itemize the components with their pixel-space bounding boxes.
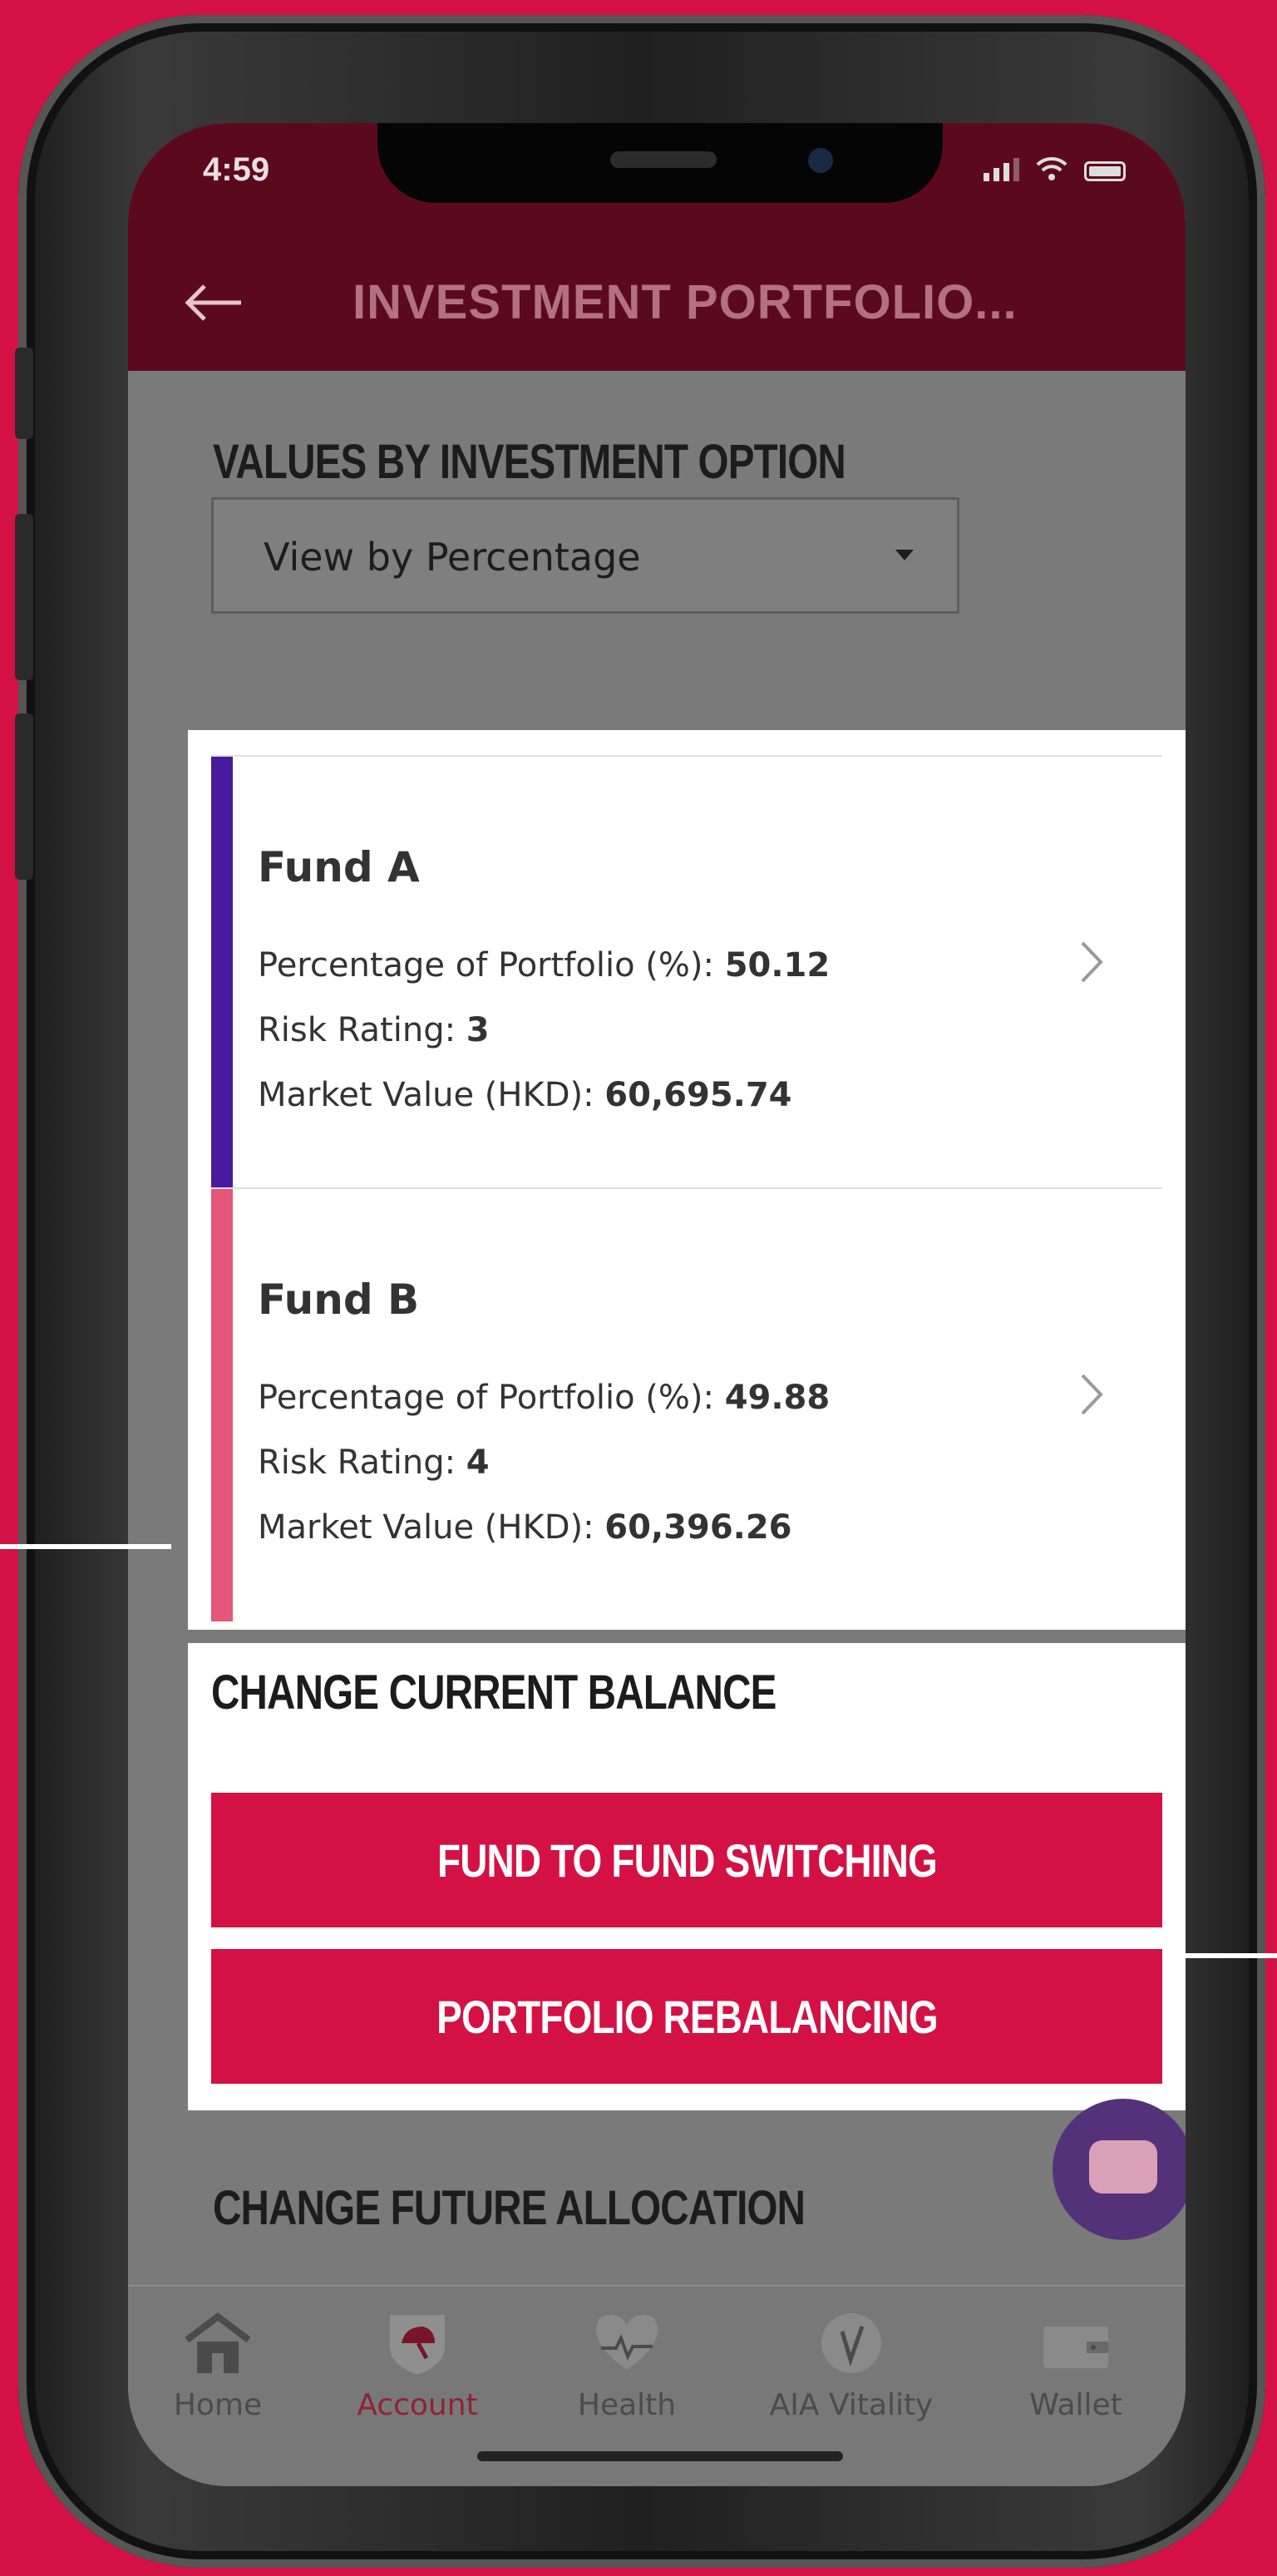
app-header: 4:59 INVESTMENT PORTFOLIO... — [128, 123, 1186, 371]
fund-percentage-value: 49.88 — [724, 1379, 831, 1417]
fund-risk-label: Risk Rating: — [258, 1011, 466, 1049]
fund-risk-value: 3 — [466, 1011, 490, 1049]
view-by-dropdown[interactable]: View by Percentage — [211, 497, 959, 614]
fund-card[interactable]: Fund A Percentage of Portfolio (%): 50.1… — [211, 755, 1162, 1189]
change-future-allocation-title: CHANGE FUTURE ALLOCATION — [213, 2181, 806, 2235]
callout-line-right — [1167, 1953, 1277, 1958]
values-by-option-title: VALUES BY INVESTMENT OPTION — [213, 435, 846, 489]
fund-card[interactable]: Fund B Percentage of Portfolio (%): 49.8… — [211, 1187, 1162, 1621]
chevron-right-icon — [1081, 1374, 1103, 1415]
fund-percentage: Percentage of Portfolio (%): 49.88 — [258, 1379, 830, 1417]
fund-risk: Risk Rating: 3 — [258, 1011, 490, 1049]
home-indicator — [477, 2451, 843, 2461]
dropdown-selected-value: View by Percentage — [264, 535, 641, 580]
volume-up-button — [15, 514, 33, 680]
nav-item-health[interactable]: Health — [527, 2310, 727, 2422]
home-icon — [185, 2312, 251, 2373]
portfolio-rebalancing-label: PORTFOLIO REBALANCING — [436, 1990, 939, 2043]
volume-down-button — [15, 713, 33, 880]
nav-label-home: Home — [173, 2388, 263, 2422]
umbrella-shield-icon — [390, 2315, 445, 2375]
status-icons — [984, 156, 1126, 181]
signal-icon — [984, 158, 1019, 181]
fund-color-bar — [211, 1189, 233, 1621]
nav-label-health: Health — [577, 2388, 677, 2422]
fund-list-panel: Fund A Percentage of Portfolio (%): 50.1… — [188, 730, 1186, 1630]
fund-risk-value: 4 — [466, 1443, 490, 1482]
phone-frame: 4:59 INVESTMENT PORTFOLIO... VALUES BY I… — [15, 15, 1265, 2568]
nav-label-wallet: Wallet — [1029, 2388, 1122, 2422]
mute-switch — [15, 348, 33, 439]
app-screen: 4:59 INVESTMENT PORTFOLIO... VALUES BY I… — [128, 123, 1186, 2486]
vitality-check-icon — [821, 2313, 881, 2373]
fund-market-label: Market Value (HKD): — [258, 1076, 605, 1114]
nav-label-aia-vitality: AIA Vitality — [769, 2388, 934, 2422]
speaker-grille — [610, 151, 717, 168]
fund-color-bar — [211, 757, 233, 1189]
chatbot-button[interactable] — [1053, 2099, 1186, 2240]
nav-item-account[interactable]: Account — [318, 2310, 517, 2422]
fund-name: Fund A — [258, 843, 420, 891]
battery-icon — [1084, 161, 1126, 181]
fund-name: Fund B — [258, 1276, 420, 1324]
fund-risk-label: Risk Rating: — [258, 1443, 466, 1482]
heartbeat-icon — [596, 2315, 658, 2370]
fund-market-value: Market Value (HKD): 60,396.26 — [258, 1508, 792, 1547]
nav-item-wallet[interactable]: Wallet — [976, 2310, 1176, 2422]
change-current-balance-title: CHANGE CURRENT BALANCE — [211, 1666, 777, 1720]
page-title: INVESTMENT PORTFOLIO... — [353, 275, 1018, 329]
fund-percentage-value: 50.12 — [724, 946, 831, 985]
robot-icon — [1089, 2140, 1157, 2194]
front-camera — [808, 148, 833, 173]
wallet-icon — [1043, 2327, 1108, 2368]
fund-percentage-label: Percentage of Portfolio (%): — [258, 946, 725, 985]
wifi-icon — [1036, 156, 1067, 180]
fund-market-amount: 60,396.26 — [604, 1508, 792, 1547]
nav-label-account: Account — [357, 2388, 478, 2422]
fund-percentage-label: Percentage of Portfolio (%): — [258, 1379, 725, 1417]
fund-risk: Risk Rating: 4 — [258, 1443, 490, 1482]
nav-item-aia-vitality[interactable]: AIA Vitality — [752, 2310, 951, 2422]
fund-market-label: Market Value (HKD): — [258, 1508, 605, 1547]
callout-line-left — [0, 1544, 171, 1549]
caret-down-icon — [895, 550, 914, 560]
fund-percentage: Percentage of Portfolio (%): 50.12 — [258, 946, 830, 985]
chevron-right-icon — [1081, 941, 1103, 983]
nav-item-home[interactable]: Home — [128, 2310, 318, 2422]
fund-market-amount: 60,695.74 — [604, 1076, 792, 1114]
status-time: 4:59 — [203, 151, 270, 188]
fund-switching-label: FUND TO FUND SWITCHING — [436, 1833, 938, 1887]
fund-market-value: Market Value (HKD): 60,695.74 — [258, 1076, 792, 1114]
change-current-balance-panel: CHANGE CURRENT BALANCE FUND TO FUND SWIT… — [188, 1643, 1186, 2110]
portfolio-rebalancing-button[interactable]: PORTFOLIO REBALANCING — [211, 1949, 1162, 2084]
fund-to-fund-switching-button[interactable]: FUND TO FUND SWITCHING — [211, 1793, 1162, 1927]
back-arrow-icon[interactable] — [183, 283, 243, 323]
